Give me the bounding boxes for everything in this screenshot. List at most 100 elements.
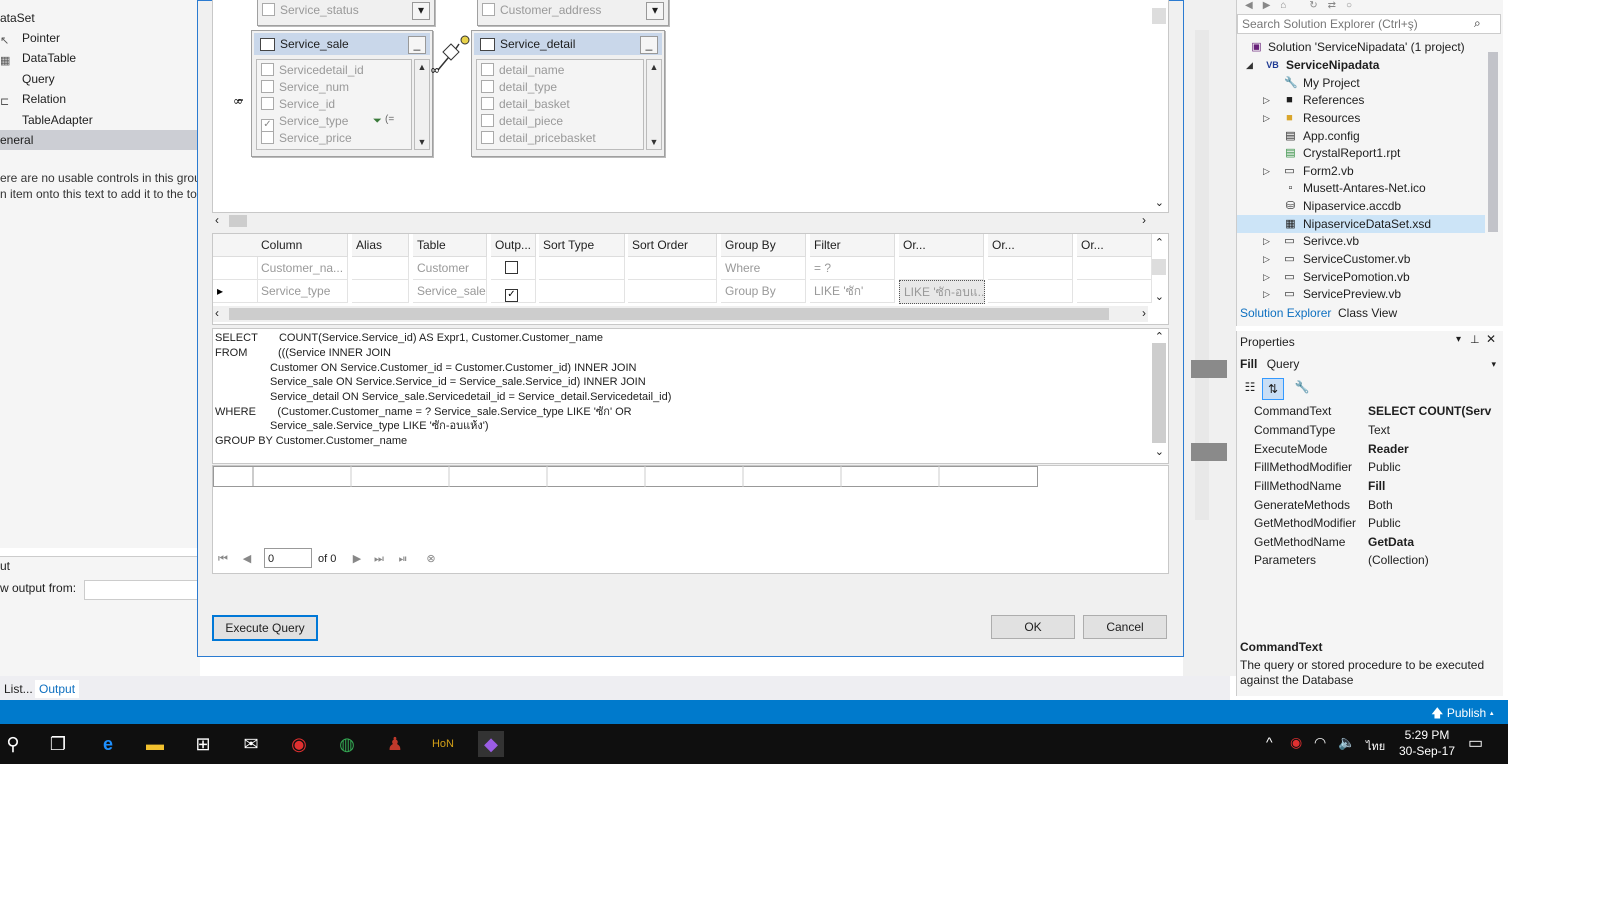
column-row[interactable]: ✓ Service_type [261,113,348,132]
column-row[interactable]: Service_status [262,2,359,19]
relation-line[interactable]: ∞ ∞ [233,30,473,110]
collapse-arrow-icon[interactable]: ▷ [1263,233,1273,250]
grid-cell-group-by[interactable]: Group By [721,280,806,303]
solution-search-input[interactable]: Search Solution Explorer (Ctrl+ş) [1237,14,1501,34]
expand-arrow-icon[interactable]: ◢ [1246,57,1256,74]
edge-icon[interactable]: e [95,731,121,757]
grid-cell-group-by[interactable]: Where [721,257,806,280]
table-box-service-detail[interactable]: Service_detail _ detail_name detail_type… [471,30,665,157]
store-icon[interactable]: ⊞ [190,731,216,757]
column-row[interactable]: detail_basket [481,96,570,113]
prop-name[interactable]: CommandType [1254,421,1335,439]
chevron-right-icon[interactable]: › [1142,213,1146,227]
execute-query-button[interactable]: Execute Query [212,615,318,641]
grid-header-table[interactable]: Table [413,234,487,257]
collapse-arrow-icon[interactable]: ▷ [1263,251,1273,268]
column-checkbox[interactable] [481,63,494,76]
search-icon[interactable]: ⌕ [1474,16,1481,31]
collapse-arrow-icon[interactable]: ▷ [1263,163,1273,180]
scroll-thumb[interactable] [229,215,247,227]
grid-cell-table[interactable]: Customer [413,257,487,280]
grid-cell-sort-type[interactable] [539,257,625,280]
scroll-down-button[interactable]: ▾ [646,2,664,20]
collapse-region-marker[interactable] [1191,443,1227,461]
grid-header-or[interactable]: Or... [899,234,984,257]
collapse-region-marker[interactable] [1191,360,1227,378]
collapse-arrow-icon[interactable]: ▷ [1263,92,1273,109]
property-pages-icon[interactable]: 🔧 [1294,380,1310,396]
output-checkbox[interactable]: ✓ [505,289,518,302]
language-indicator[interactable]: ไทย [1366,737,1385,755]
grid-cell-output[interactable] [491,257,536,280]
app-icon[interactable]: ◉ [286,731,312,757]
column-checkbox[interactable] [261,131,274,144]
column-checkbox[interactable] [481,131,494,144]
grid-header-filter[interactable]: Filter [810,234,895,257]
wifi-icon[interactable]: ◠ [1314,734,1326,751]
scroll-down-button[interactable]: ▾ [412,2,430,20]
table-box-partial[interactable]: Customer_address ▾ [477,0,669,26]
grid-header-sort-order[interactable]: Sort Order [628,234,717,257]
grid-cell-filter[interactable]: = ? [810,257,895,280]
properties-object-selector[interactable]: Fill Query ▾ [1240,355,1498,373]
output-checkbox[interactable] [505,261,518,274]
grid-cell-column[interactable]: Service_type [257,280,348,303]
column-row[interactable]: detail_name [481,62,564,79]
show-output-from-select[interactable] [84,580,206,600]
grid-cell-sort-type[interactable] [539,280,625,303]
prop-name[interactable]: FillMethodName [1254,477,1341,495]
diagram-vscroll-thumb[interactable] [1152,8,1166,24]
toolbox-group-general[interactable]: eneral [0,130,200,150]
column-row[interactable]: detail_piece [481,113,563,130]
collapse-arrow-icon[interactable]: ▷ [1263,110,1273,127]
grid-cell-sort-order[interactable] [628,280,717,303]
grid-header-or[interactable]: Or... [988,234,1073,257]
grid-cell-alias[interactable] [352,280,409,303]
grid-cell-or[interactable] [988,280,1073,303]
grid-header-group-by[interactable]: Group By [721,234,806,257]
grid-cell-or[interactable] [1077,257,1152,280]
grid-header-output[interactable]: Outp... [491,234,536,257]
chevron-right-icon[interactable]: › [1142,306,1146,320]
grid-cell-filter[interactable]: LIKE 'ซัก' [810,280,895,303]
prop-name[interactable]: FillMethodModifier [1254,458,1352,476]
table-box-partial[interactable]: Service_status ▾ [257,0,435,26]
tab-solution-explorer[interactable]: Solution Explorer [1240,306,1331,320]
tab-error-list[interactable]: List... [0,680,37,698]
grid-cell-alias[interactable] [352,257,409,280]
sql-pane[interactable]: SELECT COUNT(Service.Service_id) AS Expr… [212,328,1169,464]
chevron-down-icon[interactable]: ⌄ [1155,445,1164,458]
prop-value[interactable]: SELECT COUNT(Serv [1368,402,1500,420]
prop-name[interactable]: GenerateMethods [1254,496,1350,514]
tray-app-icon[interactable]: ◉ [1290,734,1302,751]
prop-value[interactable]: Both [1368,496,1500,514]
alphabetical-icon[interactable]: ⇅ [1262,378,1284,400]
chevron-down-icon[interactable]: ⌄ [1155,290,1164,303]
grid-cell-or-active[interactable]: LIKE 'ซัก-อบแ... [899,280,985,304]
dropdown-icon[interactable]: ▾ [1456,334,1461,345]
prop-value[interactable]: Fill [1368,477,1500,495]
task-view-icon[interactable]: ❐ [45,731,71,757]
column-row[interactable]: detail_pricebasket [481,130,596,147]
grid-cell-or[interactable] [1077,280,1152,303]
column-row[interactable]: detail_type [481,79,557,96]
cancel-button[interactable]: Cancel [1083,615,1167,639]
sql-vscroll-thumb[interactable] [1152,343,1166,443]
collapse-arrow-icon[interactable]: ▷ [1263,269,1273,286]
prop-name[interactable]: Parameters [1254,551,1316,569]
grid-cell-or[interactable] [899,257,984,280]
grid-vscroll-thumb[interactable] [1152,259,1166,275]
grid-cell-sort-order[interactable] [628,257,717,280]
clock[interactable]: 5:29 PM 30-Sep-17 [1396,727,1458,759]
chevron-up-icon[interactable]: ⌃ [1155,236,1164,249]
grid-header-column[interactable]: Column [257,234,348,257]
tab-output[interactable]: Output [35,680,80,698]
scroll-down-icon[interactable]: ▼ [647,135,661,149]
column-checkbox[interactable] [481,114,494,127]
mail-icon[interactable]: ✉ [238,731,264,757]
hon-icon[interactable]: HoN [430,731,456,757]
chevron-left-icon[interactable]: ‹ [215,213,219,227]
file-explorer-icon[interactable]: ▬ [142,731,168,757]
column-checkbox[interactable] [481,97,494,110]
column-row[interactable]: Service_price [261,130,352,147]
